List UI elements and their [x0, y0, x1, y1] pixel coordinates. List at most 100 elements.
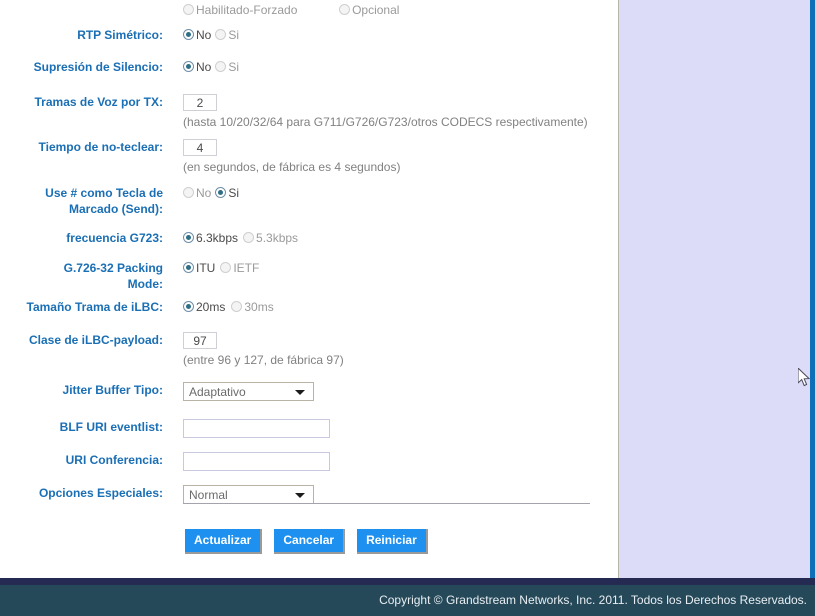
form-row-g726-32-packing-mode: G.726-32 Packing Mode: ITU IETF [0, 260, 600, 292]
form-row-clase-de-ilbc-payload: Clase de iLBC-payload: [0, 332, 600, 349]
input-clase-de-ilbc-payload[interactable] [183, 332, 217, 349]
form-row-top-partial-control: Habilitado-Forzado Opcional [163, 2, 399, 18]
radio-supresion-si-icon[interactable] [215, 61, 226, 72]
footer-top-strip [0, 578, 815, 585]
radio-opcional-label[interactable]: Opcional [352, 3, 399, 17]
radio-trama-20ms-icon[interactable] [183, 301, 194, 312]
label-tamano-trama-ilbc: Tamaño Trama de iLBC: [0, 299, 163, 315]
control-tamano-trama-ilbc: 20ms 30ms [163, 299, 274, 315]
control-rtp-simetrico: No Si [163, 27, 239, 43]
hint-tramas-de-voz-por-tx: (hasta 10/20/32/64 para G711/G726/G723/o… [163, 115, 588, 130]
radio-group-frecuencia-g723[interactable]: 6.3kbps 5.3kbps [183, 231, 298, 245]
label-uri-conferencia: URI Conferencia: [0, 452, 163, 468]
form-row-tamano-trama-ilbc: Tamaño Trama de iLBC: 20ms 30ms [0, 299, 600, 315]
select-opciones-especiales[interactable]: Normal [183, 485, 314, 504]
select-jitter-buffer-tipo[interactable]: Adaptativo [183, 382, 314, 401]
form-row-opciones-especiales: Opciones Especiales: Normal [0, 485, 600, 508]
device-config-page: Habilitado-Forzado Opcional RTP Simétric… [0, 0, 815, 616]
select-jitter-buffer-tipo-value: Adaptativo [189, 384, 246, 400]
label-tiempo-de-no-teclear: Tiempo de no-teclear: [0, 139, 163, 155]
control-opciones-especiales: Normal [163, 485, 314, 508]
control-use-numeral-tecla-marcado: No Si [163, 185, 239, 201]
radio-habilitado-forzado-icon[interactable] [183, 4, 194, 15]
radio-trama-30ms-label[interactable]: 30ms [244, 300, 273, 314]
form-row-rtp-simetrico: RTP Simétrico: No Si [0, 27, 600, 43]
label-frecuencia-g723: frecuencia G723: [0, 230, 163, 246]
form-row-supresion-de-silencio: Supresión de Silencio: No Si [0, 59, 600, 75]
hint-row-clase-de-ilbc-payload: (entre 96 y 127, de fábrica 97) [0, 353, 600, 368]
form-divider [183, 503, 590, 504]
input-uri-conferencia[interactable] [183, 452, 330, 471]
radio-group-use-numeral-tecla-marcado[interactable]: No Si [183, 186, 239, 200]
footer-copyright: Copyright © Grandstream Networks, Inc. 2… [379, 592, 807, 608]
control-jitter-buffer-tipo: Adaptativo [163, 382, 314, 405]
control-clase-de-ilbc-payload [163, 332, 217, 349]
form-action-buttons: Actualizar Cancelar Reiniciar [185, 529, 428, 554]
radio-group-top-partial[interactable]: Habilitado-Forzado Opcional [183, 3, 399, 17]
hint-clase-de-ilbc-payload: (entre 96 y 127, de fábrica 97) [163, 353, 344, 368]
radio-frecuencia-53kbps-icon[interactable] [243, 232, 254, 243]
radio-use-numeral-no-label[interactable]: No [196, 186, 211, 200]
radio-rtp-simetrico-si-label[interactable]: Si [228, 28, 239, 42]
right-edge-accent [810, 0, 815, 578]
cancel-button[interactable]: Cancelar [274, 529, 345, 554]
radio-packing-ietf-label[interactable]: IETF [233, 261, 259, 275]
radio-group-rtp-simetrico[interactable]: No Si [183, 28, 239, 42]
radio-frecuencia-63kbps-icon[interactable] [183, 232, 194, 243]
radio-supresion-no-icon[interactable] [183, 61, 194, 72]
label-opciones-especiales: Opciones Especiales: [0, 485, 163, 501]
reboot-button[interactable]: Reiniciar [357, 529, 428, 554]
select-opciones-especiales-value: Normal [189, 487, 228, 503]
label-supresion-de-silencio: Supresión de Silencio: [0, 59, 163, 75]
radio-frecuencia-63kbps-label[interactable]: 6.3kbps [196, 231, 238, 245]
hint-row-tiempo-de-no-teclear: (en segundos, de fábrica es 4 segundos) [0, 160, 600, 175]
radio-trama-20ms-label[interactable]: 20ms [196, 300, 225, 314]
form-row-tiempo-de-no-teclear: Tiempo de no-teclear: [0, 139, 600, 156]
hint-row-tramas-de-voz-por-tx: (hasta 10/20/32/64 para G711/G726/G723/o… [0, 115, 600, 130]
control-frecuencia-g723: 6.3kbps 5.3kbps [163, 230, 298, 246]
input-tiempo-de-no-teclear[interactable] [183, 139, 217, 156]
radio-trama-30ms-icon[interactable] [231, 301, 242, 312]
label-g726-32-packing-mode: G.726-32 Packing Mode: [0, 260, 163, 292]
label-rtp-simetrico: RTP Simétrico: [0, 27, 163, 43]
label-blf-uri-eventlist: BLF URI eventlist: [0, 419, 163, 435]
label-clase-de-ilbc-payload: Clase de iLBC-payload: [0, 332, 163, 348]
form-row-blf-uri-eventlist: BLF URI eventlist: [0, 419, 600, 438]
radio-use-numeral-si-icon[interactable] [215, 187, 226, 198]
control-tiempo-de-no-teclear [163, 139, 217, 156]
radio-use-numeral-si-label[interactable]: Si [228, 186, 239, 200]
chevron-down-icon [295, 493, 305, 498]
update-button[interactable]: Actualizar [185, 529, 262, 554]
radio-rtp-simetrico-no-label[interactable]: No [196, 28, 211, 42]
label-use-numeral-tecla-marcado: Use # como Tecla de Marcado (Send): [0, 185, 163, 217]
label-tramas-de-voz-por-tx: Tramas de Voz por TX: [0, 94, 163, 110]
radio-supresion-si-label[interactable]: Si [228, 60, 239, 74]
radio-frecuencia-53kbps-label[interactable]: 5.3kbps [256, 231, 298, 245]
form-row-jitter-buffer-tipo: Jitter Buffer Tipo: Adaptativo [0, 382, 600, 405]
radio-rtp-simetrico-no-icon[interactable] [183, 29, 194, 40]
radio-supresion-no-label[interactable]: No [196, 60, 211, 74]
chevron-down-icon [295, 390, 305, 395]
radio-group-tamano-trama-ilbc[interactable]: 20ms 30ms [183, 300, 274, 314]
radio-packing-ietf-icon[interactable] [220, 262, 231, 273]
radio-rtp-simetrico-si-icon[interactable] [215, 29, 226, 40]
control-blf-uri-eventlist [163, 419, 330, 438]
radio-group-g726-32-packing-mode[interactable]: ITU IETF [183, 261, 259, 275]
radio-packing-itu-label[interactable]: ITU [196, 261, 215, 275]
radio-group-supresion-de-silencio[interactable]: No Si [183, 60, 239, 74]
form-row-uri-conferencia: URI Conferencia: [0, 452, 600, 471]
right-side-panel [618, 0, 811, 578]
radio-habilitado-forzado-label[interactable]: Habilitado-Forzado [196, 3, 297, 17]
control-g726-32-packing-mode: ITU IETF [163, 260, 259, 276]
form-row-use-numeral-tecla-marcado: Use # como Tecla de Marcado (Send): No Si [0, 185, 600, 217]
radio-use-numeral-no-icon[interactable] [183, 187, 194, 198]
radio-packing-itu-icon[interactable] [183, 262, 194, 273]
control-supresion-de-silencio: No Si [163, 59, 239, 75]
form-row-tramas-de-voz-por-tx: Tramas de Voz por TX: [0, 94, 600, 111]
form-row-top-partial: Habilitado-Forzado Opcional [0, 2, 600, 18]
control-tramas-de-voz-por-tx [163, 94, 217, 111]
radio-opcional-icon[interactable] [339, 4, 350, 15]
input-blf-uri-eventlist[interactable] [183, 419, 330, 438]
input-tramas-de-voz-por-tx[interactable] [183, 94, 217, 111]
settings-form: Habilitado-Forzado Opcional RTP Simétric… [0, 0, 618, 578]
